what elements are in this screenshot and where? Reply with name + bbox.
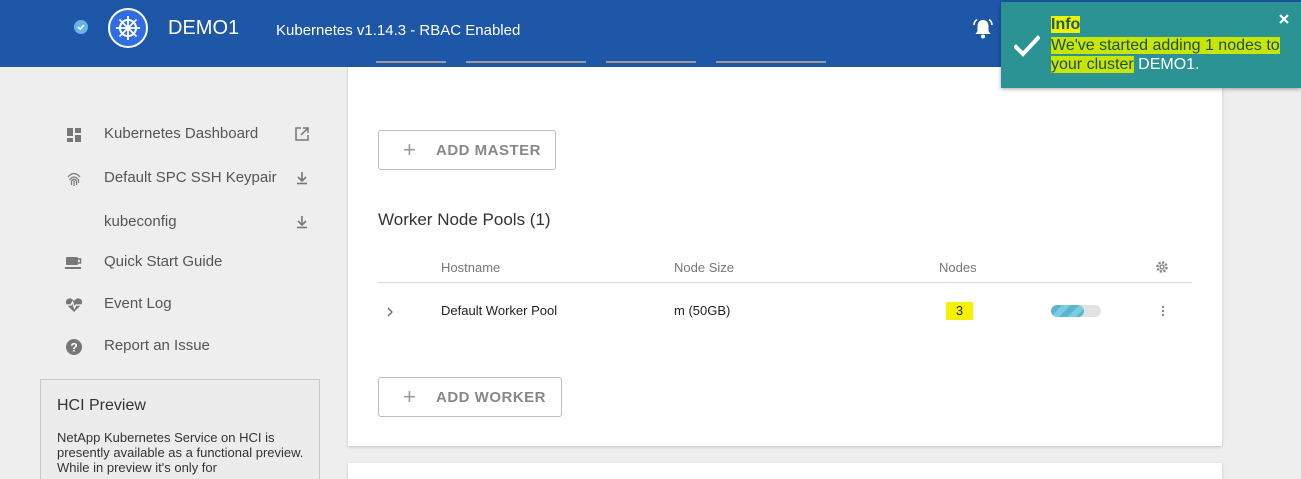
sidebar-item-label: Kubernetes Dashboard [104,125,259,142]
table-header-divider [378,282,1192,283]
sidebar-item-kubernetes-dashboard[interactable]: Kubernetes Dashboard [62,123,322,147]
next-card [348,463,1222,479]
toast-message: We've started adding 1 nodes to your clu… [1051,36,1291,74]
sidebar-item-label: Default SPC SSH Keypair [104,169,277,186]
gear-icon[interactable] [1155,260,1169,279]
sidebar-item-ssh-keypair[interactable]: Default SPC SSH Keypair [62,167,322,191]
close-icon[interactable] [1278,12,1290,30]
download-icon[interactable] [294,170,310,191]
chevron-right-icon[interactable] [385,305,395,323]
column-header-node-size[interactable]: Node Size [674,260,734,275]
toast-title: Info [1051,16,1081,33]
hci-preview-text: NetApp Kubernetes Service on HCI is pres… [57,430,304,475]
sidebar-item-event-log[interactable]: Event Log [62,293,322,317]
row-progress-bar [1051,305,1101,317]
svg-text:?: ? [70,341,77,355]
add-worker-button[interactable]: + ADD WORKER [378,377,562,417]
sidebar-item-label: Report an Issue [104,337,210,354]
sidebar-item-label: Quick Start Guide [104,253,223,270]
sidebar-item-quick-start-guide[interactable]: Quick Start Guide [62,251,322,275]
worker-node-pools-title: Worker Node Pools (1) [378,210,551,229]
check-icon [1013,35,1041,62]
external-link-icon[interactable] [294,126,310,147]
progress-fill [1051,305,1084,317]
help-circle-icon: ? [64,338,84,356]
sidebar-item-label: kubeconfig [104,213,177,230]
sidebar-item-kubeconfig[interactable]: kubeconfig [62,211,322,235]
add-master-button[interactable]: + ADD MASTER [378,130,556,170]
plus-icon: + [403,384,417,409]
plus-icon: + [403,137,417,162]
toast-message-rest: DEMO1. [1133,56,1200,73]
fingerprint-icon [64,170,84,188]
notifications-bell-icon[interactable] [971,17,995,46]
coffee-icon [64,254,84,272]
more-options-icon[interactable] [1160,304,1166,323]
verified-check-icon [74,20,88,34]
info-toast: Info We've started adding 1 nodes to you… [1001,2,1301,88]
row-hostname: Default Worker Pool [441,303,558,318]
clipped-text-line [376,61,836,69]
cluster-name: DEMO1 [168,17,240,39]
kubernetes-logo-icon[interactable] [108,8,148,48]
sidebar-item-report-issue[interactable]: ? Report an Issue [62,335,322,359]
download-icon[interactable] [294,214,310,235]
hci-preview-title: HCI Preview [57,397,146,414]
column-header-hostname[interactable]: Hostname [441,260,500,275]
row-node-size: m (50GB) [674,303,731,318]
dashboard-icon [64,126,84,144]
add-worker-label: ADD WORKER [436,389,546,406]
sidebar-item-label: Event Log [104,295,172,312]
add-master-label: ADD MASTER [436,142,541,159]
row-nodes-count: 3 [946,302,973,320]
cluster-version-info: Kubernetes v1.14.3 - RBAC Enabled [276,22,521,39]
hci-preview-panel: HCI Preview NetApp Kubernetes Service on… [40,379,320,479]
heart-pulse-icon [64,296,84,314]
column-header-nodes[interactable]: Nodes [939,260,977,275]
